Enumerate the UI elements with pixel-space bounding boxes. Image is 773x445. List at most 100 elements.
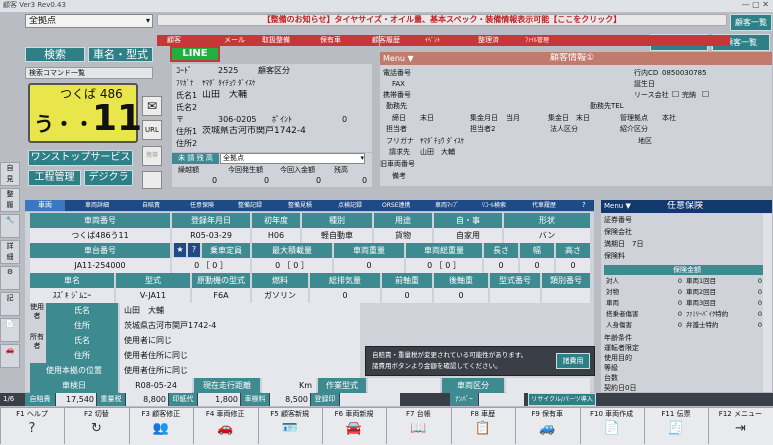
fkey-button-11[interactable]: F11 伝票 🧾 [644, 408, 707, 444]
tab-loaner[interactable]: 代車履歴 [532, 200, 556, 211]
doc-icon[interactable]: 📄 [0, 318, 20, 342]
number-label: ﾅﾝﾊﾞｰ [450, 393, 478, 406]
tab-vehicle-detail[interactable]: 車両詳細 [85, 200, 109, 211]
fkey-button-3[interactable]: F3 顧客修正 👥 [128, 408, 192, 444]
info-menu-button[interactable]: Menu ▼ [383, 54, 414, 64]
veh-r3-value-5: 0 [382, 288, 432, 303]
tab-orse[interactable]: ORSE連携 [382, 200, 411, 211]
ins-more-3: 等級 [604, 364, 618, 372]
insurance-scrollbar[interactable] [763, 214, 772, 392]
tab-recall[interactable]: ﾘｺｰﾙ検索 [482, 200, 506, 211]
fkey-button-6[interactable]: F6 車両新規 🚘 [322, 408, 385, 444]
store-select[interactable]: 全拠点 ▾ [25, 14, 153, 28]
eigyo-value: 本社 [662, 114, 676, 122]
tel-label: 電話番号 [383, 69, 411, 77]
veh-r3-value-2: F6A [192, 288, 250, 303]
fkey-button-8[interactable]: F8 車歴 📋 [450, 408, 514, 444]
kanryo-checkbox[interactable]: ☐ [702, 90, 709, 100]
process-management-button[interactable]: 工程管理 [28, 170, 81, 186]
balance-tab[interactable]: 未 請 残 高 [172, 153, 219, 164]
hojin-label: 法人区分 [550, 125, 578, 133]
customer-info-panel: Menu ▼ 顧客情報① 電話番号 FAX 携帯番号 勤務先 勤務先TEL 締日… [380, 52, 772, 186]
fkey-button-5[interactable]: F5 顧客新規 🪪 [257, 408, 321, 444]
search-button[interactable]: 検索 [25, 47, 85, 62]
tab-maint-record[interactable]: 整備記録 [238, 200, 262, 211]
tab-insurance[interactable]: 任意保険 [190, 200, 214, 211]
tab-help[interactable]: ? [582, 200, 586, 211]
balance-col-4: 残高 [334, 166, 348, 174]
tab-owned-vehicles[interactable]: 保有車 [320, 35, 341, 46]
shohiyo-button[interactable]: 諸費用 [556, 353, 590, 369]
veh-r1-value-0: つくば486う11 [30, 228, 170, 243]
digikura-button[interactable]: デジクラ [84, 170, 133, 186]
veh-r3-value-3: ガソリン [252, 288, 308, 303]
tab-vehicle[interactable]: 車両 [25, 200, 65, 211]
veh-r2-value-6: 0 [484, 258, 518, 273]
balance-val-1: 0 [212, 176, 218, 185]
ins-sub-label-2: 車両2回目 [686, 288, 717, 296]
fkey-icon: 🚙 [539, 421, 556, 436]
tab-inspection[interactable]: 点検記録 [338, 200, 362, 211]
customer-list-button-top[interactable]: 顧客一覧 [730, 14, 772, 31]
balance-store-select[interactable]: 全拠点 ▾ [220, 153, 365, 164]
fkey-button-12[interactable]: F12 メニュー ⇥ [708, 408, 772, 444]
tab-customer[interactable]: 顧客 [167, 35, 181, 46]
fkey-label: F10 車両作成 [590, 410, 634, 418]
customer-basic-panel: ｺｰﾄﾞ 2525 顧客区分 ﾌﾘｶﾞﾅ ﾔﾏﾀﾞ ﾀｲﾁｮｳ ﾀﾞｲｽｹ 氏名… [172, 64, 372, 152]
shime-label: 締日 [392, 114, 406, 122]
sagyo-value[interactable] [368, 378, 440, 393]
fkey-button-4[interactable]: F4 車両修正 🚗 [193, 408, 257, 444]
command-list[interactable]: 検索コマンド一覧 [25, 67, 153, 79]
mail-icon[interactable]: ✉ [142, 96, 162, 116]
history-icon[interactable]: 整履 [0, 188, 20, 212]
name-type-button[interactable]: 車名・型式 [88, 47, 153, 62]
ins-more-1: 運転者限定 [604, 344, 639, 352]
fkey-button-2[interactable]: F2 切替 ↻ [64, 408, 128, 444]
veh-r3-value-0: ｽｽﾞｷ ｼﾞﾑﾆｰ [30, 288, 114, 303]
insurance-menu-button[interactable]: Menu ▼ [604, 202, 631, 211]
tab-history[interactable]: 顧客履歴 [372, 35, 400, 46]
ins-sub-label: 車両 [606, 299, 619, 307]
window-controls[interactable]: — ▢ ✕ [742, 0, 769, 10]
car-icon[interactable]: 🚗 [0, 344, 20, 368]
veh-r1-value-4: 貨物 [374, 228, 432, 243]
tab-files[interactable]: ﾌｧｲﾙ管理 [525, 35, 549, 46]
mobile-button[interactable]: 携帯 [142, 146, 162, 166]
quote-icon[interactable]: 自見 [0, 162, 20, 186]
tab-maint-estimate[interactable]: 整備見積 [288, 200, 312, 211]
url-button[interactable]: URL [142, 120, 162, 140]
veh-r2-label-8: 高さ [556, 243, 590, 258]
tab-mail[interactable]: メール [224, 35, 245, 46]
lease-checkbox[interactable]: ☐ [672, 90, 679, 100]
insurance-header-bar: Menu ▼ 任意保険 [601, 200, 772, 213]
gear-icon[interactable]: ⚙ [0, 266, 20, 290]
notice-link[interactable]: 【整備のお知らせ】タイヤサイズ・オイル量、基本スペック・装備情報表示可能【ここを… [157, 14, 727, 26]
addr-value: 茨城県古河市関戸1742-4 [202, 126, 306, 136]
veh-r3-label-3: 燃料 [252, 273, 308, 288]
line-button[interactable]: LINE [170, 46, 220, 62]
veh-r2-label-5: 車両総重量 [406, 243, 482, 258]
ins-more-5: 契約日0日 [604, 384, 637, 392]
detail-icon[interactable]: 詳細 [0, 240, 20, 264]
user-group-label: 所有者 [30, 333, 44, 350]
record-icon[interactable]: 記 [0, 292, 20, 316]
fkey-button-9[interactable]: F9 保有車 🚙 [515, 408, 579, 444]
tab-done[interactable]: 整理済 [478, 35, 499, 46]
tab-event[interactable]: ｲﾍﾞﾝﾄ [425, 35, 440, 46]
one-stop-service-button[interactable]: ワンストップサービス [28, 150, 133, 166]
user-addr: 使用者住所に同じ [120, 348, 360, 363]
fkey-button-1[interactable]: F1 ヘルプ? [0, 408, 63, 444]
recycle-parts-button[interactable]: リサイクル/パーツ導入 [528, 393, 596, 406]
tool-icon[interactable]: 🔧 [0, 214, 20, 238]
tab-jibai[interactable]: 自賠責 [142, 200, 160, 211]
help-icon[interactable]: ? [188, 243, 200, 257]
fkey-button-7[interactable]: F7 台帳 📖 [386, 408, 450, 444]
fkey-button-10[interactable]: F10 車両作成 📄 [579, 408, 643, 444]
tab-maintenance[interactable]: 取扱整備 [262, 35, 290, 46]
tab-vehicle-map[interactable]: 車両ﾏｯﾌﾟ [435, 200, 459, 211]
point-value: 0 [342, 115, 348, 124]
vehicle-kubun-value[interactable] [506, 378, 590, 393]
star-icon[interactable]: ★ [174, 243, 186, 257]
fkey-label: F6 車両新規 [334, 410, 374, 418]
extra-button[interactable] [142, 171, 162, 189]
